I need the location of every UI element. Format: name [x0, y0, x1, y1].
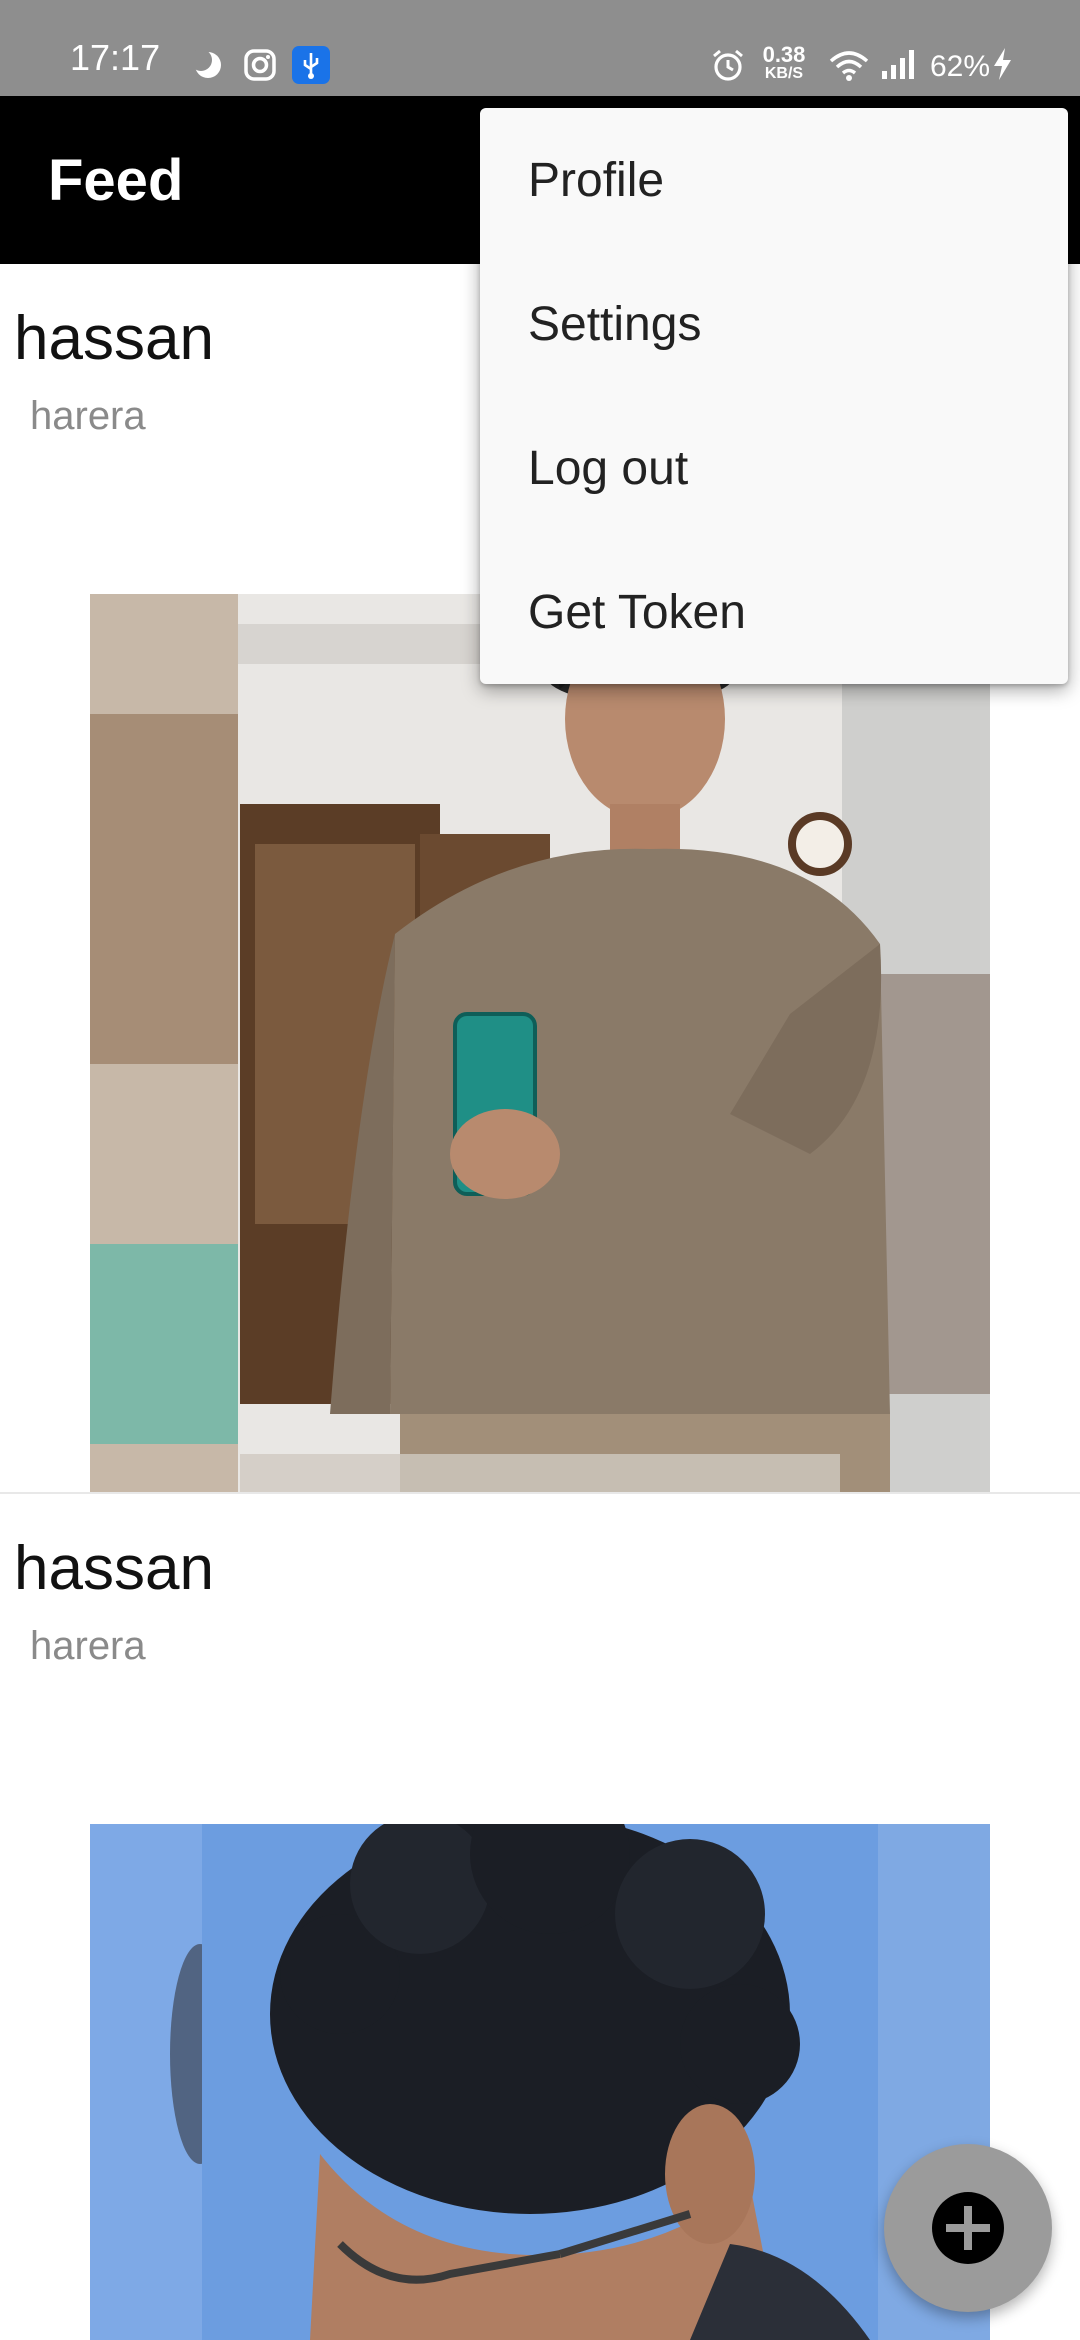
- post-username: hassan: [14, 1534, 214, 1603]
- moon-icon: [190, 49, 221, 78]
- status-time: 17:17: [70, 37, 161, 78]
- post-username: hassan: [14, 304, 214, 373]
- status-bar: 17:17 0.38 KB/S 62%: [0, 0, 1080, 96]
- menu-item-log-out[interactable]: Log out: [480, 396, 1068, 540]
- network-speed: 0.38 KB/S: [758, 44, 810, 82]
- page-title: Feed: [48, 148, 184, 213]
- signal-icon: [882, 50, 914, 79]
- menu-item-settings[interactable]: Settings: [480, 252, 1068, 396]
- post-photo-mirror-selfie: [90, 594, 990, 1492]
- post-divider: [0, 1492, 1080, 1494]
- menu-item-get-token[interactable]: Get Token: [480, 540, 1068, 684]
- instagram-icon: [244, 49, 276, 81]
- post-caption: harera: [30, 1624, 146, 1668]
- wifi-icon: [829, 51, 869, 81]
- post-image[interactable]: [90, 1824, 990, 2340]
- post-caption: harera: [30, 394, 146, 438]
- add-icon: [932, 2192, 1004, 2264]
- usb-icon: [292, 46, 330, 84]
- charging-icon: [994, 48, 1011, 80]
- add-post-button[interactable]: [884, 2144, 1052, 2312]
- battery-percent: 62%: [930, 50, 991, 83]
- menu-item-profile[interactable]: Profile: [480, 108, 1068, 252]
- post-image[interactable]: [90, 594, 990, 1492]
- network-speed-unit: KB/S: [764, 65, 804, 82]
- network-speed-value: 0.38: [762, 42, 806, 67]
- post-photo-portrait: [90, 1824, 990, 2340]
- alarm-icon: [713, 49, 743, 81]
- overflow-menu: Profile Settings Log out Get Token: [480, 108, 1068, 684]
